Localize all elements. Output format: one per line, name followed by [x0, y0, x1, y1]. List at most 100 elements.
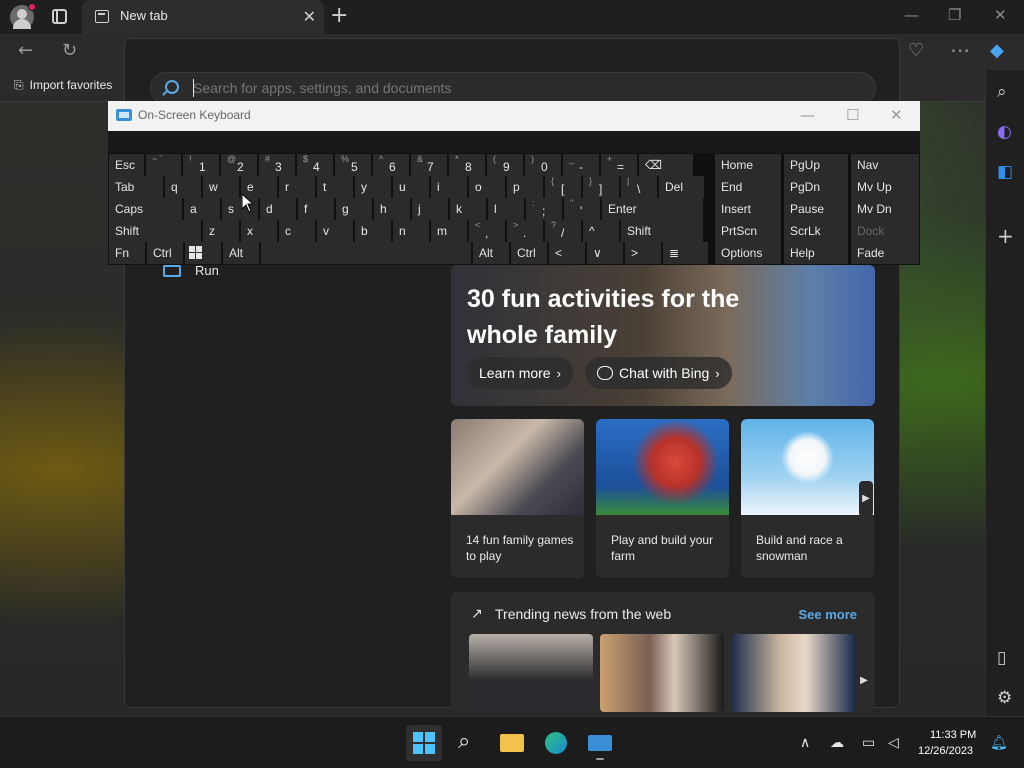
osk-key-windows[interactable]: [185, 242, 221, 264]
osk-key-,[interactable]: <,: [469, 220, 505, 242]
osk-key-6[interactable]: ^ 6: [373, 154, 409, 176]
browser-essentials-icon[interactable]: ♡: [908, 40, 924, 61]
profile-avatar[interactable]: [10, 3, 36, 29]
osk-key-][interactable]: }]: [583, 176, 619, 198]
osk-key-;[interactable]: :;: [526, 198, 562, 220]
osk-key-r[interactable]: r: [279, 176, 315, 198]
osk-key-pgup[interactable]: PgUp: [784, 154, 848, 176]
card-family-games[interactable]: 14 fun family games to play: [451, 419, 584, 578]
osk-key-shift[interactable]: Shift: [621, 220, 703, 242]
more-options-icon[interactable]: ⋯: [950, 38, 970, 62]
osk-key-f[interactable]: f: [298, 198, 334, 220]
osk-key-home[interactable]: Home: [715, 154, 781, 176]
osk-maximize-icon[interactable]: ☐: [846, 106, 859, 124]
osk-key-dock[interactable]: Dock: [851, 220, 919, 242]
osk-key-x[interactable]: x: [241, 220, 277, 242]
osk-key-c[interactable]: c: [279, 220, 315, 242]
volume-muted-icon[interactable]: ◁: [888, 735, 899, 751]
osk-key-'[interactable]: " ': [564, 198, 600, 220]
notification-bell-icon[interactable]: 🔔︎: [990, 735, 1008, 751]
see-more-link[interactable]: See more: [798, 607, 857, 622]
osk-key-pause[interactable]: Pause: [784, 198, 848, 220]
restore-icon[interactable]: ❐: [948, 6, 961, 24]
search-sidebar-icon[interactable]: ⌕: [997, 82, 1007, 102]
osk-key-i[interactable]: i: [431, 176, 467, 198]
osk-key-ctrl[interactable]: Ctrl: [511, 242, 547, 264]
onedrive-icon[interactable]: ☁: [830, 735, 844, 751]
osk-key-7[interactable]: & 7: [411, 154, 447, 176]
news-next-button[interactable]: ▶: [857, 668, 871, 694]
osk-key-alt[interactable]: Alt: [223, 242, 259, 264]
osk-key-.[interactable]: >.: [507, 220, 543, 242]
osk-key-options[interactable]: Options: [715, 242, 781, 264]
osk-key-l[interactable]: l: [488, 198, 524, 220]
osk-key-9[interactable]: (9: [487, 154, 523, 176]
osk-key-space[interactable]: [261, 242, 471, 264]
osk-taskbar-button[interactable]: [582, 725, 618, 761]
osk-key-8[interactable]: * 8: [449, 154, 485, 176]
osk-key-enter[interactable]: Enter: [602, 198, 703, 220]
osk-key-tab[interactable]: Tab: [109, 176, 163, 198]
osk-key-shift[interactable]: Shift: [109, 220, 201, 242]
osk-key-j[interactable]: j: [412, 198, 448, 220]
search-box[interactable]: [150, 72, 876, 104]
osk-key-a[interactable]: a: [184, 198, 220, 220]
osk-key-v[interactable]: v: [317, 220, 353, 242]
osk-minimize-icon[interactable]: —: [800, 106, 815, 124]
osk-key-m[interactable]: m: [431, 220, 467, 242]
osk-key-q[interactable]: q: [165, 176, 201, 198]
clock-time[interactable]: 11:33 PM: [930, 729, 976, 741]
osk-key-mv-dn[interactable]: Mv Dn: [851, 198, 919, 220]
edge-button[interactable]: [538, 725, 574, 761]
cards-next-button[interactable]: ▶: [859, 481, 873, 517]
card-farm-game[interactable]: Play and build your farm: [596, 419, 729, 578]
osk-key-fade[interactable]: Fade: [851, 242, 919, 264]
import-favorites-link[interactable]: ⎘ Import favorites: [14, 78, 112, 93]
osk-key-d[interactable]: d: [260, 198, 296, 220]
osk-key-[[interactable]: {[: [545, 176, 581, 198]
osk-key-t[interactable]: t: [317, 176, 353, 198]
osk-key-0[interactable]: ) 0: [525, 154, 561, 176]
shopping-icon[interactable]: ◐: [997, 122, 1012, 142]
osk-key-caps[interactable]: Caps: [109, 198, 182, 220]
settings-gear-icon[interactable]: ⚙: [997, 688, 1012, 708]
osk-key-insert[interactable]: Insert: [715, 198, 781, 220]
search-input[interactable]: [193, 80, 853, 96]
osk-key-y[interactable]: y: [355, 176, 391, 198]
osk-key-w[interactable]: w: [203, 176, 239, 198]
osk-key-3[interactable]: #3: [259, 154, 295, 176]
news-thumbnail[interactable]: [469, 634, 593, 712]
back-icon[interactable]: ←: [18, 40, 33, 61]
chevron-up-icon[interactable]: ∧: [800, 735, 810, 751]
osk-key-o[interactable]: o: [469, 176, 505, 198]
new-tab-button[interactable]: +: [330, 3, 348, 28]
osk-key-help[interactable]: Help: [784, 242, 848, 264]
osk-key-del[interactable]: Del: [659, 176, 704, 198]
minimize-icon[interactable]: —: [904, 6, 919, 24]
close-window-icon[interactable]: ✕: [994, 6, 1007, 24]
tab-actions-icon[interactable]: [52, 9, 67, 24]
osk-key-n[interactable]: n: [393, 220, 429, 242]
osk-key-pgdn[interactable]: PgDn: [784, 176, 848, 198]
osk-titlebar[interactable]: On-Screen Keyboard — ☐ ✕: [108, 101, 920, 131]
chat-with-bing-button[interactable]: Chat with Bing ›: [585, 357, 732, 389]
refresh-icon[interactable]: ↻: [62, 40, 77, 61]
start-button[interactable]: [406, 725, 442, 761]
osk-key-^[interactable]: ^: [583, 220, 619, 242]
osk-key-1[interactable]: ! 1: [183, 154, 219, 176]
osk-key-alt[interactable]: Alt: [473, 242, 509, 264]
news-thumbnail[interactable]: [600, 634, 724, 712]
tab-new-tab[interactable]: New tab ✕: [82, 0, 324, 34]
tab-close-button[interactable]: ✕: [303, 7, 316, 26]
card-snowman-game[interactable]: Build and race a snowman: [741, 419, 874, 578]
osk-key->[interactable]: >: [625, 242, 661, 264]
osk-key-5[interactable]: % 5: [335, 154, 371, 176]
osk-key-ctrl[interactable]: Ctrl: [147, 242, 183, 264]
osk-key-z[interactable]: z: [203, 220, 239, 242]
osk-key-esc[interactable]: Esc: [109, 154, 144, 176]
osk-key-\[interactable]: | \: [621, 176, 657, 198]
copilot-icon[interactable]: ◆: [990, 40, 1004, 61]
osk-key-end[interactable]: End: [715, 176, 781, 198]
osk-key-⌫[interactable]: ⌫: [639, 154, 693, 176]
file-explorer-button[interactable]: [494, 725, 530, 761]
